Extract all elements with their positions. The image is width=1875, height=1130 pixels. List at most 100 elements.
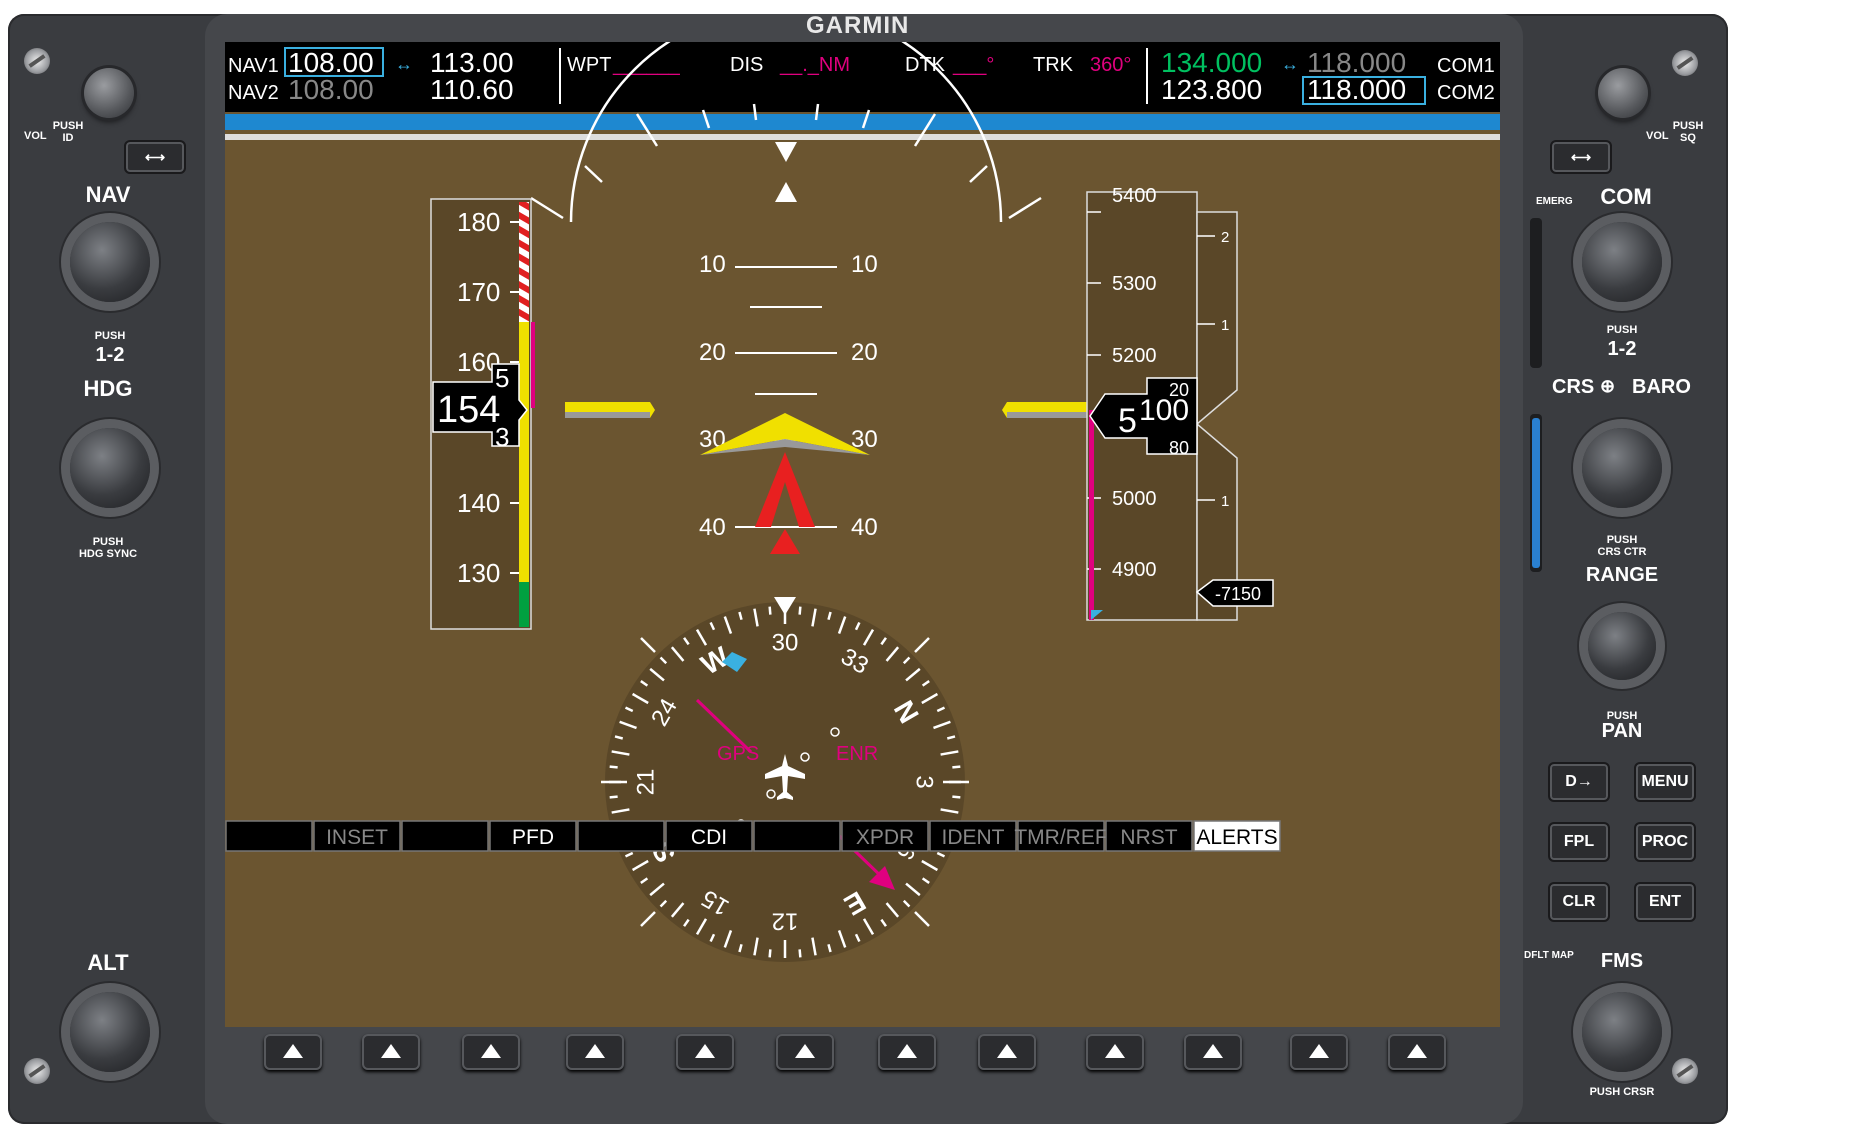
softkey-label-box[interactable] bbox=[225, 820, 313, 852]
airspeed-tape-label: 170 bbox=[457, 277, 500, 307]
softkey-label: INSET bbox=[326, 826, 388, 849]
softkey-button-3[interactable] bbox=[462, 1034, 520, 1070]
com2-standby: 118.000 bbox=[1307, 74, 1406, 105]
vsi-label: 1 bbox=[1221, 493, 1229, 510]
softkey-label: PFD bbox=[512, 826, 554, 849]
fpl-button[interactable]: FPL bbox=[1548, 822, 1610, 862]
softkey-button-4[interactable] bbox=[566, 1034, 624, 1070]
dis-label: DIS bbox=[730, 54, 763, 76]
nav-vol-label: VOL bbox=[24, 130, 47, 142]
hsi-tick bbox=[609, 765, 618, 769]
nav2-label: NAV2 bbox=[228, 82, 279, 104]
push-id-label: PUSH ID bbox=[52, 120, 84, 144]
hsi-tick bbox=[798, 606, 802, 615]
vsi-label: 2 bbox=[1221, 229, 1229, 246]
softkey-button-12[interactable] bbox=[1388, 1034, 1446, 1070]
pan-label: PAN bbox=[1601, 720, 1643, 742]
garmin-logo: GARMIN bbox=[806, 12, 910, 39]
softkey-label-box[interactable] bbox=[577, 820, 665, 852]
crs-baro-knob[interactable] bbox=[1582, 428, 1662, 508]
com-vol-label: VOL bbox=[1646, 130, 1669, 142]
fms-knob[interactable] bbox=[1582, 992, 1662, 1072]
softkey-button-6[interactable] bbox=[776, 1034, 834, 1070]
altitude-tape-label: 5300 bbox=[1112, 273, 1157, 295]
softkey-label: IDENT bbox=[942, 826, 1005, 849]
softkey-button-8[interactable] bbox=[978, 1034, 1036, 1070]
ent-button[interactable]: ENT bbox=[1634, 882, 1696, 922]
nav1-label: NAV1 bbox=[228, 55, 279, 77]
vsi-label: 1 bbox=[1221, 317, 1229, 334]
hsi-tick bbox=[952, 795, 961, 799]
gps-source-label: GPS bbox=[717, 743, 759, 765]
altitude-roller-below: 80 bbox=[1169, 438, 1189, 458]
hsi-heading-label: 3 bbox=[911, 775, 938, 788]
softkey-button-11[interactable] bbox=[1290, 1034, 1348, 1070]
pfd-display: NAV1 108.00 ↔ 113.00 NAV2 108.00 110.60 … bbox=[225, 42, 1500, 1027]
crs-baro-icon: ⊕ bbox=[1600, 376, 1616, 396]
fms-label: FMS bbox=[1600, 950, 1644, 972]
airspeed-roller-below: 3 bbox=[495, 422, 509, 452]
screw-icon bbox=[24, 1058, 50, 1084]
softkey-label-box[interactable] bbox=[401, 820, 489, 852]
hdg-knob[interactable] bbox=[70, 428, 150, 508]
softkey-button-1[interactable] bbox=[264, 1034, 322, 1070]
alt-label: ALT bbox=[87, 950, 129, 975]
pitch-label-right-10: 10 bbox=[851, 251, 878, 278]
range-label: RANGE bbox=[1585, 564, 1659, 586]
screw-icon bbox=[1672, 1058, 1698, 1084]
horizon-line bbox=[225, 134, 1500, 140]
nav2-active: 108.00 bbox=[288, 74, 374, 105]
baro-label: BARO bbox=[1632, 376, 1691, 398]
clr-button[interactable]: CLR bbox=[1548, 882, 1610, 922]
hsi-heading-label: 21 bbox=[632, 769, 659, 796]
nav-swap-button[interactable]: ⟷ bbox=[124, 140, 186, 174]
menu-button[interactable]: MENU bbox=[1634, 762, 1696, 802]
softkey-label: NRST bbox=[1120, 826, 1177, 849]
push-sq-label: PUSH SQ bbox=[1672, 120, 1704, 144]
enr-phase-label: ENR bbox=[836, 743, 878, 765]
softkey-label-box[interactable] bbox=[753, 820, 841, 852]
alt-knob[interactable] bbox=[70, 992, 150, 1072]
trk-value: 360° bbox=[1090, 54, 1131, 76]
airspeed-roller-above: 5 bbox=[495, 363, 509, 393]
pitch-label-right-40: 40 bbox=[851, 514, 878, 541]
com-volume-knob[interactable] bbox=[1598, 68, 1648, 118]
hsi-tick bbox=[798, 949, 802, 958]
trk-label: TRK bbox=[1033, 54, 1074, 76]
altitude-tape-label: 4900 bbox=[1112, 559, 1157, 581]
screw-icon bbox=[24, 48, 50, 74]
pitch-label-left-40: 40 bbox=[699, 514, 726, 541]
com-12-label: 1-2 bbox=[1607, 338, 1637, 360]
com-push-label: PUSH bbox=[1606, 324, 1638, 336]
com-label: COM bbox=[1600, 184, 1652, 209]
dflt-map-label: DFLT MAP bbox=[1524, 950, 1574, 961]
nav-knob[interactable] bbox=[70, 222, 150, 302]
airspeed-tape-label: 180 bbox=[457, 207, 500, 237]
pitch-label-left-20: 20 bbox=[699, 339, 726, 366]
nav-volume-knob[interactable] bbox=[84, 68, 134, 118]
proc-button[interactable]: PROC bbox=[1634, 822, 1696, 862]
crs-rail-indicator bbox=[1532, 418, 1540, 568]
altitude-roller-above: 20 bbox=[1169, 380, 1189, 400]
airspeed-trend-vector bbox=[531, 322, 535, 408]
softkey-button-9[interactable] bbox=[1086, 1034, 1144, 1070]
pitch-label-right-20: 20 bbox=[851, 339, 878, 366]
range-joystick-knob[interactable] bbox=[1588, 612, 1656, 680]
softkey-button-10[interactable] bbox=[1184, 1034, 1242, 1070]
softkey-button-7[interactable] bbox=[878, 1034, 936, 1070]
screw-icon bbox=[1672, 50, 1698, 76]
com-scroll-rail bbox=[1530, 218, 1542, 368]
altitude-tape-label: 5200 bbox=[1112, 345, 1157, 367]
airspeed-tape-label: 130 bbox=[457, 558, 500, 588]
airspeed-current: 154 bbox=[437, 389, 500, 431]
nav-swap-arrow-icon: ↔ bbox=[395, 54, 413, 74]
emerg-label: EMERG bbox=[1536, 196, 1573, 207]
com-swap-button[interactable]: ⟷ bbox=[1550, 140, 1612, 174]
pfd-screen: NAV1 108.00 ↔ 113.00 NAV2 108.00 110.60 … bbox=[225, 42, 1500, 1027]
direct-to-button[interactable]: D→ bbox=[1548, 762, 1610, 802]
softkey-button-5[interactable] bbox=[676, 1034, 734, 1070]
com-knob[interactable] bbox=[1582, 222, 1662, 302]
softkey-button-2[interactable] bbox=[362, 1034, 420, 1070]
nav-label: NAV bbox=[85, 182, 131, 207]
com1-label: COM1 bbox=[1437, 55, 1495, 77]
